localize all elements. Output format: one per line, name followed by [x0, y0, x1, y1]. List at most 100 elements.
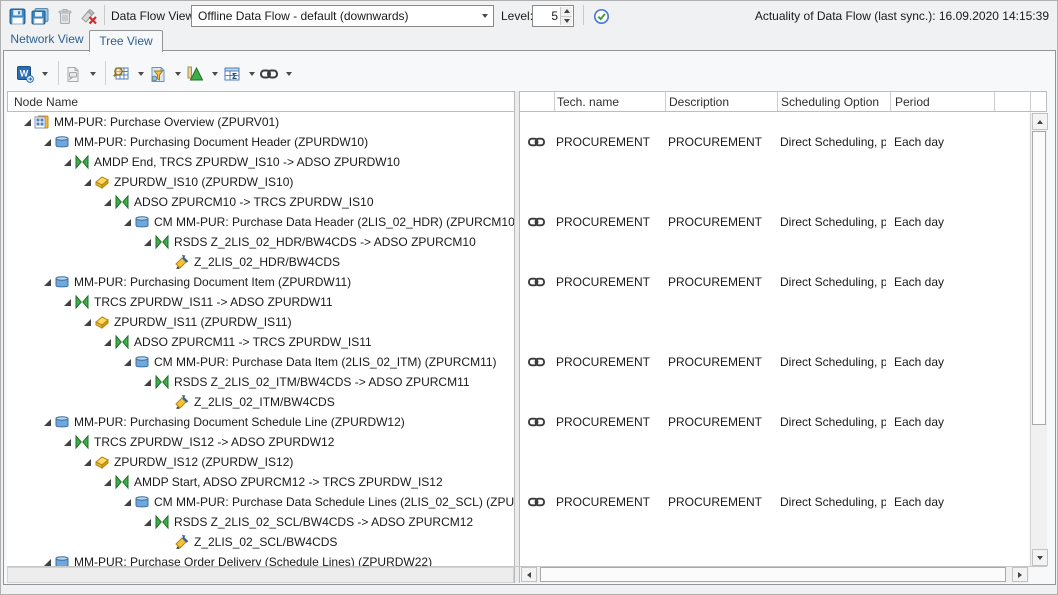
expand-arrow-icon[interactable]: [43, 138, 54, 147]
filter-menu-button[interactable]: [171, 64, 184, 84]
save-all-button[interactable]: [30, 6, 50, 26]
scroll-up-button[interactable]: [1032, 113, 1048, 130]
tree-row[interactable]: Z_2LIS_02_ITM/BW4CDS: [7, 392, 514, 412]
tree-row[interactable]: AMDP Start, ADSO ZPURCM12 -> TRCS ZPURDW…: [7, 472, 514, 492]
column-divider[interactable]: [1030, 92, 1031, 111]
scroll-down-button[interactable]: [1032, 549, 1048, 566]
scroll-left-button[interactable]: [521, 567, 537, 582]
tab-tree-view[interactable]: Tree View: [89, 30, 163, 52]
horizontal-scroll-thumb[interactable]: [540, 567, 1006, 582]
tree-row[interactable]: ADSO ZPURCM11 -> TRCS ZPURDW_IS11: [7, 332, 514, 352]
level-spinner[interactable]: 5: [532, 5, 574, 27]
tree-row[interactable]: MM-PUR: Purchase Overview (ZPURV01): [7, 112, 514, 132]
indent: [7, 362, 123, 363]
dropdown-caret-icon: [42, 72, 48, 76]
column-header-scheduling-option[interactable]: Scheduling Option: [781, 95, 879, 109]
tree-row[interactable]: ZPURDW_IS12 (ZPURDW_IS12): [7, 452, 514, 472]
tree-row[interactable]: CM MM-PUR: Purchase Data Item (2LIS_02_I…: [7, 352, 514, 372]
node-icon: [174, 394, 191, 410]
expand-arrow-icon[interactable]: [123, 498, 134, 507]
expand-arrow-icon[interactable]: [63, 438, 74, 447]
expand-arrow-icon[interactable]: [43, 278, 54, 287]
tree-row[interactable]: RSDS Z_2LIS_02_HDR/BW4CDS -> ADSO ZPURCM…: [7, 232, 514, 252]
expand-arrow-icon[interactable]: [83, 458, 94, 467]
expand-arrow-icon[interactable]: [83, 178, 94, 187]
expand-arrow-icon[interactable]: [63, 298, 74, 307]
data-flow-select[interactable]: Offline Data Flow - default (downwards): [191, 5, 494, 27]
expand-arrow-icon[interactable]: [63, 158, 74, 167]
vertical-scroll-thumb[interactable]: [1032, 131, 1046, 425]
spin-up-icon[interactable]: [560, 7, 572, 16]
expand-arrow-icon[interactable]: [103, 198, 114, 207]
tree-row[interactable]: ZPURDW_IS11 (ZPURDW_IS11): [7, 312, 514, 332]
expand-arrow-icon[interactable]: [23, 118, 34, 127]
tab-network-view[interactable]: Network View: [7, 32, 87, 46]
save-button[interactable]: [7, 6, 27, 26]
documentation-menu-button[interactable]: [86, 64, 99, 84]
tree-horizontal-scrollbar[interactable]: [7, 567, 514, 583]
table-header: Node Name Tech. name Description Schedul…: [7, 91, 1047, 112]
expand-arrow-icon[interactable]: [43, 418, 54, 427]
link-columns-button[interactable]: [259, 64, 279, 84]
delete-button[interactable]: [55, 6, 75, 26]
column-header-node-name[interactable]: Node Name: [14, 95, 78, 109]
node-icon: [114, 334, 131, 350]
tree-row[interactable]: CM MM-PUR: Purchase Data Schedule Lines …: [7, 492, 514, 512]
expand-arrow-icon[interactable]: [143, 518, 154, 527]
expand-arrow-icon[interactable]: [43, 558, 54, 567]
search-table-button[interactable]: [111, 64, 131, 84]
expand-arrow-icon[interactable]: [143, 238, 154, 247]
column-divider[interactable]: [890, 92, 891, 111]
tree-row[interactable]: TRCS ZPURDW_IS12 -> ADSO ZPURDW12: [7, 432, 514, 452]
documentation-button[interactable]: [63, 64, 83, 84]
tree-row[interactable]: MM-PUR: Purchasing Document Item (ZPURDW…: [7, 272, 514, 292]
tree-row[interactable]: AMDP End, TRCS ZPURDW_IS10 -> ADSO ZPURD…: [7, 152, 514, 172]
word-export-button[interactable]: W: [15, 64, 35, 84]
hierarchy-button[interactable]: [185, 64, 205, 84]
tech-name-cell: PROCUREMENT: [556, 275, 661, 289]
word-export-menu-button[interactable]: [38, 64, 51, 84]
scroll-right-button[interactable]: [1012, 567, 1028, 582]
sync-status-button[interactable]: [591, 6, 611, 26]
tree-row[interactable]: TRCS ZPURDW_IS11 -> ADSO ZPURDW11: [7, 292, 514, 312]
tree-row[interactable]: Z_2LIS_02_SCL/BW4CDS: [7, 532, 514, 552]
tree-row[interactable]: RSDS Z_2LIS_02_ITM/BW4CDS -> ADSO ZPURCM…: [7, 372, 514, 392]
expand-arrow-icon[interactable]: [123, 358, 134, 367]
details-horizontal-scrollbar[interactable]: [521, 567, 1029, 583]
tree-row[interactable]: MM-PUR: Purchasing Document Header (ZPUR…: [7, 132, 514, 152]
expand-arrow-icon[interactable]: [123, 218, 134, 227]
spin-down-icon[interactable]: [560, 16, 572, 26]
aggregation-button[interactable]: Σ: [222, 64, 242, 84]
discard-button[interactable]: [79, 6, 99, 26]
tree-row[interactable]: ZPURDW_IS10 (ZPURDW_IS10): [7, 172, 514, 192]
expand-arrow-icon[interactable]: [103, 478, 114, 487]
column-header-tech-name[interactable]: Tech. name: [557, 95, 619, 109]
column-divider[interactable]: [554, 92, 555, 111]
expand-arrow-icon[interactable]: [103, 338, 114, 347]
tree-row[interactable]: RSDS Z_2LIS_02_SCL/BW4CDS -> ADSO ZPURCM…: [7, 512, 514, 532]
tree-row[interactable]: MM-PUR: Purchasing Document Schedule Lin…: [7, 412, 514, 432]
column-header-period[interactable]: Period: [895, 95, 930, 109]
hierarchy-menu-button[interactable]: [208, 64, 221, 84]
tree-row[interactable]: ADSO ZPURCM10 -> TRCS ZPURDW_IS10: [7, 192, 514, 212]
tree-row[interactable]: Z_2LIS_02_HDR/BW4CDS: [7, 252, 514, 272]
scroll-right-icon: [1018, 572, 1022, 578]
filter-button[interactable]: [148, 64, 168, 84]
column-divider[interactable]: [777, 92, 778, 111]
tree-row[interactable]: CM MM-PUR: Purchase Data Header (2LIS_02…: [7, 212, 514, 232]
vertical-scrollbar[interactable]: [1030, 113, 1047, 566]
expand-arrow-icon[interactable]: [143, 378, 154, 387]
node-icon: [174, 254, 191, 270]
link-columns-menu-button[interactable]: [282, 64, 295, 84]
link-icon: [528, 216, 545, 231]
search-table-menu-button[interactable]: [134, 64, 147, 84]
toolbar-separator: [58, 61, 59, 85]
tree-row[interactable]: MM-PUR: Purchase Order Delivery (Schedul…: [7, 552, 514, 566]
column-divider[interactable]: [665, 92, 666, 111]
aggregation-menu-button[interactable]: [245, 64, 258, 84]
column-header-description[interactable]: Description: [669, 95, 729, 109]
expand-arrow-icon[interactable]: [83, 318, 94, 327]
table-row-details: PROCUREMENT PROCUREMENT Direct Schedulin…: [520, 412, 1029, 432]
column-divider[interactable]: [994, 92, 995, 111]
pane-divider[interactable]: [514, 91, 520, 583]
